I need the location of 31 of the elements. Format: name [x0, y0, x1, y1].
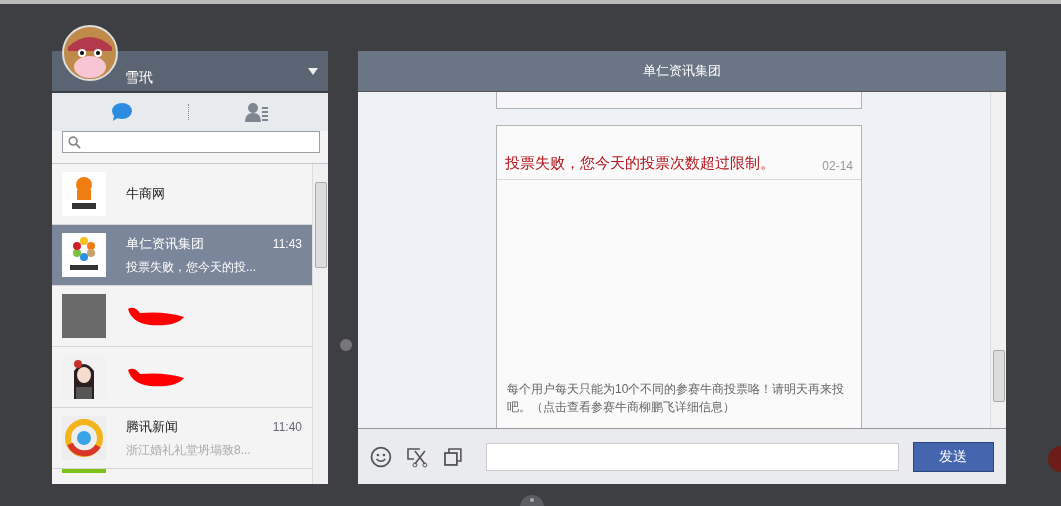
news-logo-icon [62, 416, 106, 460]
scissors-icon[interactable] [405, 445, 428, 468]
scrollbar[interactable] [990, 92, 1006, 428]
circle-icon [340, 339, 352, 351]
card-title: 投票失败，您今天的投票次数超过限制。 [505, 154, 775, 173]
caret-icon[interactable] [308, 67, 318, 75]
message-preview: 投票失败，您今天的投... [126, 258, 257, 276]
contact-name: 腾讯新闻 [126, 417, 178, 436]
message-input[interactable] [485, 442, 899, 471]
flower-logo-icon [62, 233, 106, 277]
contact-item[interactable]: 腾讯新闻 11:40 浙江婚礼礼堂坍塌致8... [52, 408, 312, 469]
card-text: 每个用户每天只能为10个不同的参赛牛商投票咯！请明天再来投吧。（点击查看参赛牛商柳鹏飞详细信息） [506, 381, 846, 416]
message-time: 11:40 [272, 419, 302, 434]
message-card[interactable]: 投票失败，您今天的投票次数超过限制。 02-14 每个用户每天只能为10个不同的参赛牛商投票咯！请明天再来投吧。（点击查看参赛牛商柳鹏飞详细信息） [496, 125, 862, 428]
contact-item[interactable]: 单仁资讯集团 11:43 投票失败，您今天的投... [52, 225, 312, 286]
search-icon [68, 135, 81, 149]
contact-name: 单仁资讯集团 [126, 234, 204, 253]
photo-placeholder [62, 294, 106, 338]
contact-name: 牛商网 [126, 185, 165, 203]
message-preview: 浙江婚礼礼堂坍塌致8... [126, 441, 252, 459]
message-time: 11:43 [272, 236, 302, 251]
info-icon [519, 494, 545, 506]
scrollbar[interactable] [312, 164, 328, 484]
card-date: 02-14 [822, 159, 853, 173]
chat-title: 单仁资讯集团 [643, 62, 721, 80]
send-button[interactable]: 发送 [912, 441, 994, 472]
copy-icon[interactable] [441, 445, 464, 468]
smiley-icon[interactable] [370, 445, 392, 468]
user-name: 雪玳 [125, 69, 153, 87]
search-field[interactable] [62, 131, 320, 153]
mascot-logo-icon [62, 172, 106, 216]
